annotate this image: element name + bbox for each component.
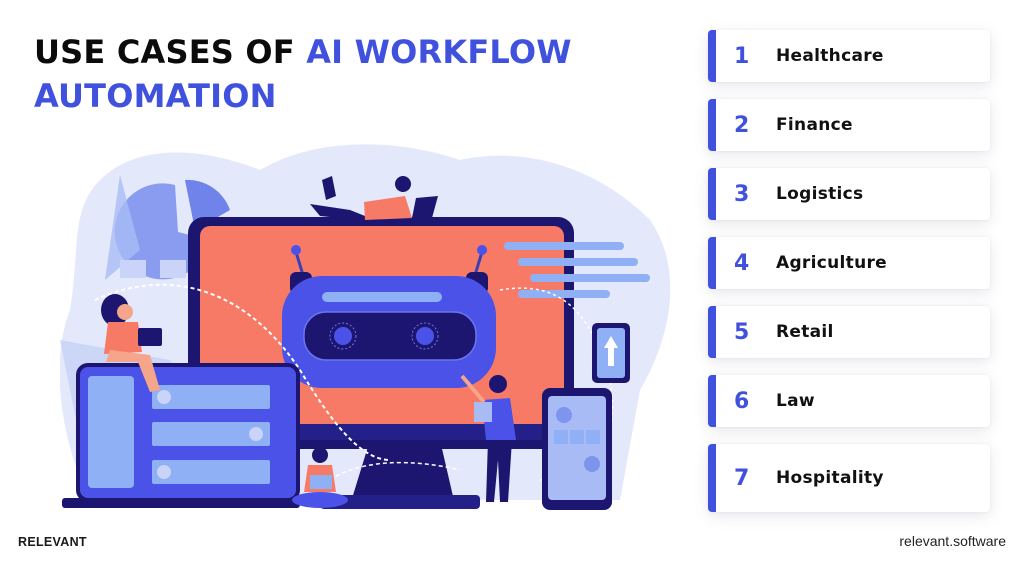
- use-case-item: 2 Finance: [708, 99, 990, 151]
- use-case-label: Healthcare: [776, 46, 884, 66]
- title-part-accent: AI WORKFLOW: [306, 33, 572, 71]
- phone-icon: [592, 323, 630, 383]
- use-case-item: 7 Hospitality: [708, 444, 990, 512]
- title-part-accent-line2: AUTOMATION: [34, 77, 277, 115]
- tablet-icon: [542, 388, 612, 510]
- use-case-label: Law: [776, 391, 815, 411]
- use-case-label: Hospitality: [776, 468, 884, 488]
- use-case-item: 6 Law: [708, 375, 990, 427]
- use-case-item: 1 Healthcare: [708, 30, 990, 82]
- website-link[interactable]: relevant.software: [899, 533, 1006, 549]
- use-case-number: 7: [734, 465, 750, 491]
- use-case-label: Logistics: [776, 184, 864, 204]
- use-case-label: Agriculture: [776, 253, 887, 273]
- brand-logo: RELEVANT: [18, 535, 87, 549]
- title-part-black: USE CASES OF: [34, 33, 307, 71]
- use-case-item: 3 Logistics: [708, 168, 990, 220]
- use-case-number: 4: [734, 250, 750, 276]
- use-case-label: Retail: [776, 322, 834, 342]
- use-case-item: 5 Retail: [708, 306, 990, 358]
- use-case-number: 1: [734, 43, 750, 69]
- use-case-number: 6: [734, 388, 750, 414]
- ai-automation-illustration: [60, 144, 671, 510]
- page-title: USE CASES OF AI WORKFLOW AUTOMATION: [34, 30, 674, 118]
- use-case-number: 5: [734, 319, 750, 345]
- use-case-number: 2: [734, 112, 750, 138]
- use-case-number: 3: [734, 181, 750, 207]
- use-case-label: Finance: [776, 115, 853, 135]
- laptop-chat-icon: [62, 363, 300, 508]
- use-case-item: 4 Agriculture: [708, 237, 990, 289]
